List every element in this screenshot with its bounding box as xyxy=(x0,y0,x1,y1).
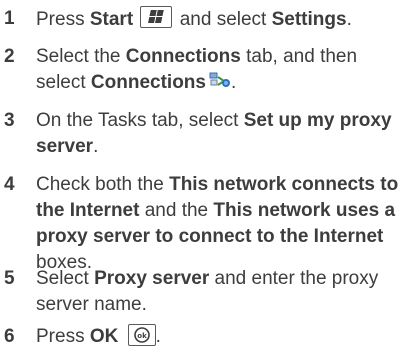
step-number: 3 xyxy=(4,110,15,131)
step-text-segment: . xyxy=(230,72,237,93)
step-text-segment: Select xyxy=(36,268,95,289)
windows-start-key-icon xyxy=(140,6,173,28)
connections-icon xyxy=(209,71,231,91)
step-number: 6 xyxy=(4,326,15,347)
step-text-segment: Press xyxy=(36,326,90,347)
step-text-bold: OK xyxy=(89,326,119,347)
step-text-segment: On the Tasks tab, select xyxy=(36,110,244,131)
step-text: Press OK ok. xyxy=(36,324,408,350)
step-number: 5 xyxy=(4,268,15,289)
step-text-segment: . xyxy=(93,136,99,157)
step-text-segment: . xyxy=(155,326,161,347)
step-text-segment: and select xyxy=(174,9,272,30)
step-text: Press Start and select Settings. xyxy=(36,6,408,33)
step-text: Check both the This network connects to … xyxy=(36,172,408,276)
step-text-segment: Check both the xyxy=(36,174,170,195)
step-text-segment xyxy=(118,326,123,347)
step-text-bold: Proxy server xyxy=(94,268,210,289)
step-number: 2 xyxy=(4,46,15,67)
svg-text:ok: ok xyxy=(137,332,147,340)
step-text-segment: . xyxy=(346,9,352,30)
ok-key-icon: ok xyxy=(127,324,156,346)
step-text-segment xyxy=(133,9,138,30)
step-number: 4 xyxy=(4,174,15,195)
step-text-segment: Press xyxy=(36,9,90,30)
step-text: On the Tasks tab, select Set up my proxy… xyxy=(36,108,408,160)
step-text-bold: Start xyxy=(89,9,134,30)
step-text: Select the Connections tab, and then sel… xyxy=(36,44,408,96)
instruction-steps: 1 Press Start and select Settings. 2 Sel… xyxy=(0,0,413,354)
step-text-bold: Connections xyxy=(125,46,241,67)
step-text-segment: Select the xyxy=(36,46,126,67)
step-text-segment: and the xyxy=(139,200,214,221)
step-text-bold: Settings xyxy=(271,9,347,30)
step-number: 1 xyxy=(4,8,15,29)
step-text: Select Proxy server and enter the proxy … xyxy=(36,266,408,318)
step-text-bold: Connections xyxy=(90,72,206,93)
